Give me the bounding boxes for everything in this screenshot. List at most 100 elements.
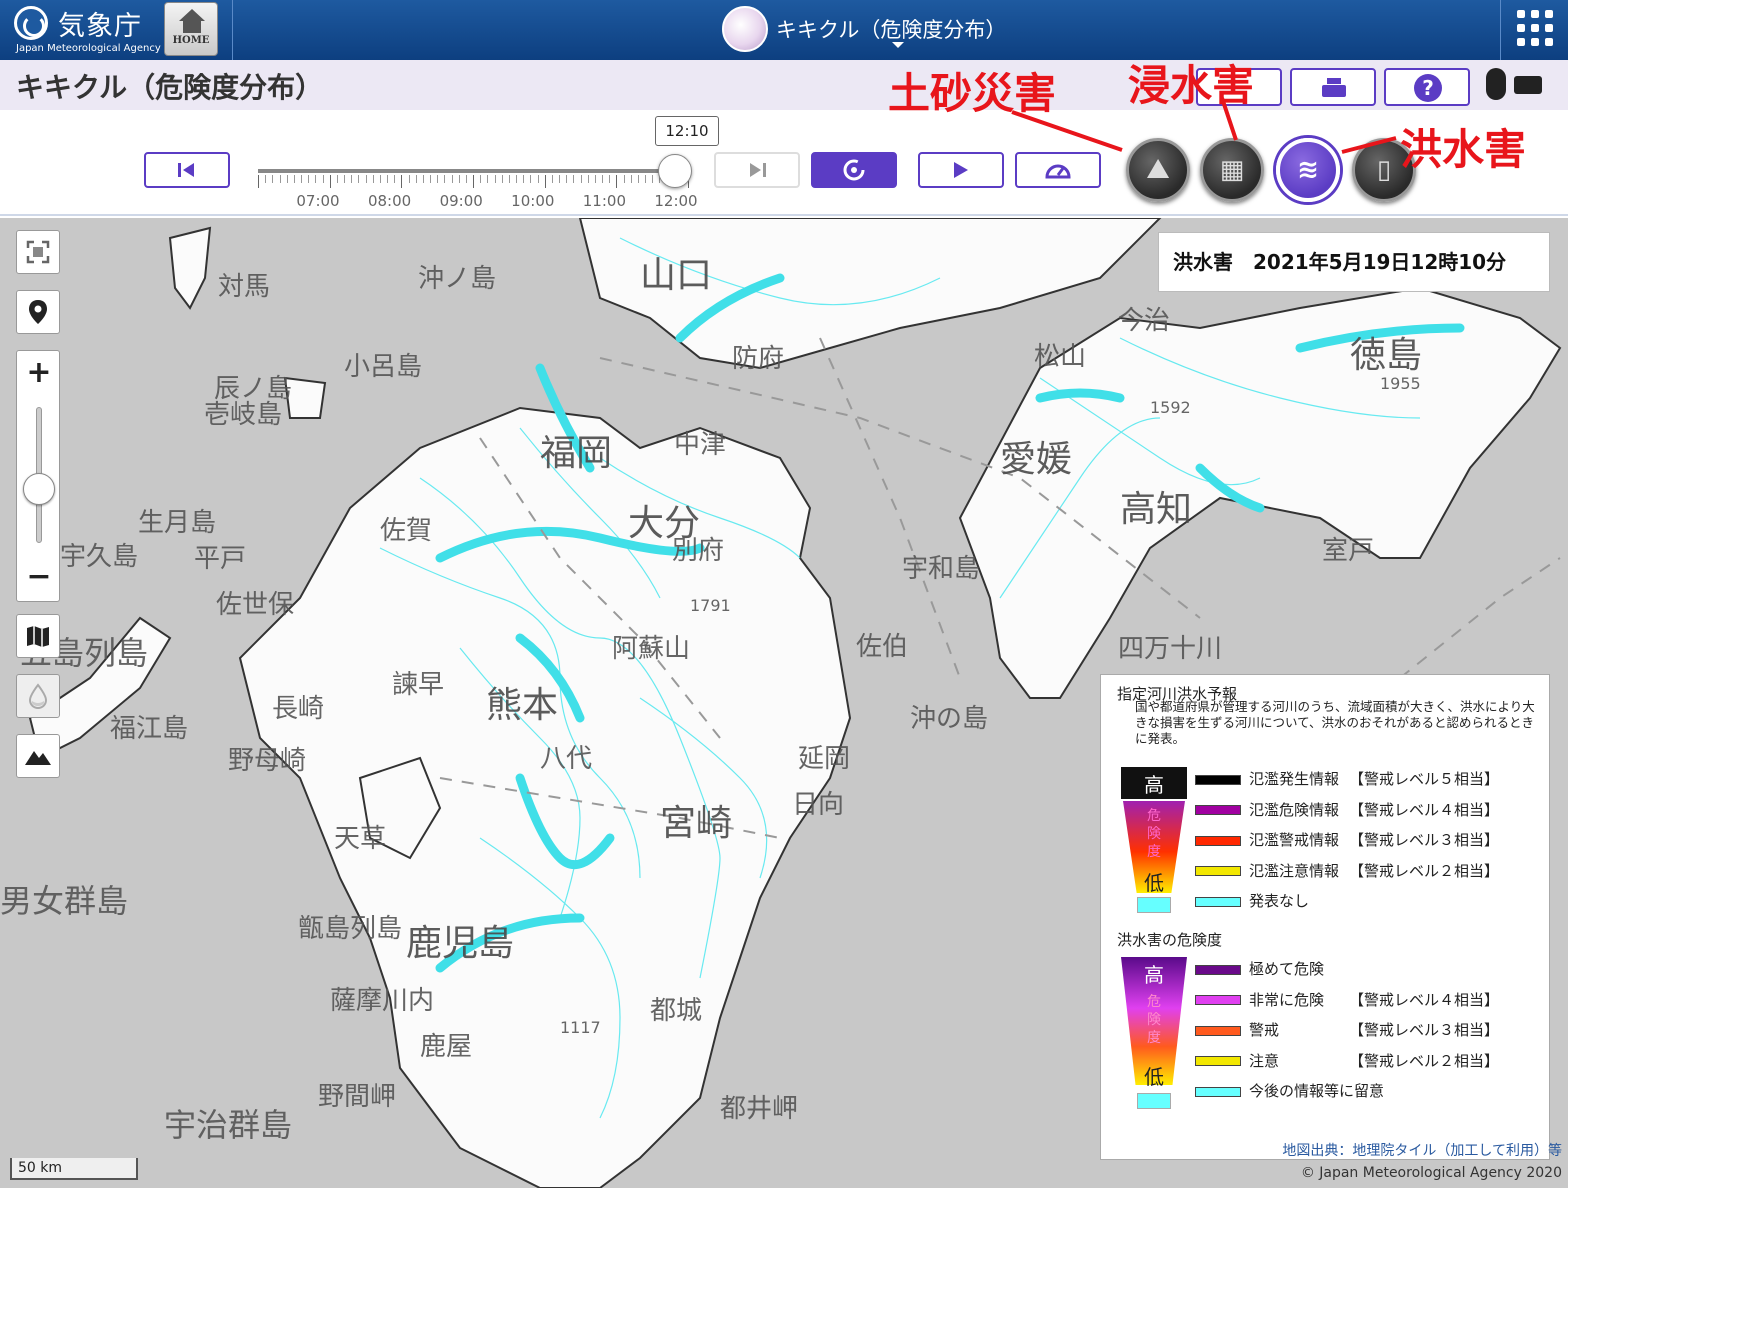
time-tick	[566, 175, 568, 183]
time-tick	[494, 175, 496, 183]
help-icon: ?	[1414, 74, 1442, 102]
terrain-button[interactable]	[16, 734, 60, 778]
map-place-label: 1117	[560, 1018, 601, 1037]
page-title: キキクル（危険度分布）	[16, 71, 324, 104]
app-switcher-icon[interactable]	[722, 6, 768, 52]
time-tick	[616, 175, 618, 188]
top-header: 気象庁 Japan Meteorological Agency HOME キキク…	[0, 0, 1568, 60]
time-slider-knob[interactable]	[658, 154, 693, 188]
map-area[interactable]: 対馬 沖ノ島 小呂島 辰ノ島 壱岐島 生月島 宇久島 平戸 佐世保 五島列島 長崎 福江島 野母崎 男女群…	[0, 218, 1568, 1188]
map-place-label: 高知	[1120, 489, 1193, 530]
map-place-label: 壱岐島	[204, 400, 283, 430]
map-place-label: 野間岬	[318, 1082, 397, 1112]
time-tick	[473, 175, 474, 188]
water-drop-icon	[28, 683, 48, 709]
legend-item: 氾濫危険情報 【警戒レベル４相当】	[1195, 798, 1499, 822]
time-tick	[387, 175, 388, 183]
zoom-in-button[interactable]: +	[17, 355, 61, 390]
help-button[interactable]: ?	[1384, 68, 1470, 106]
home-label: HOME	[172, 35, 210, 46]
home-icon	[179, 9, 205, 21]
speed-button[interactable]	[1015, 152, 1101, 188]
legend-scale-high: 高	[1144, 773, 1164, 797]
map-place-label: 沖の島	[910, 704, 989, 734]
first-frame-button[interactable]	[144, 152, 230, 188]
time-tick	[508, 175, 510, 183]
time-tick	[652, 175, 654, 183]
grid-menu-button[interactable]	[1500, 0, 1568, 60]
last-frame-button[interactable]	[714, 152, 800, 188]
time-tick	[372, 175, 374, 183]
flood-layer-button[interactable]: ≋	[1276, 138, 1340, 202]
map-place-label: 1592	[1150, 398, 1191, 417]
legend-scale-mid: 危険度	[1147, 808, 1161, 860]
time-tick	[430, 175, 431, 183]
time-tick	[559, 175, 560, 183]
time-tick	[265, 175, 267, 183]
map-place-label: 薩摩川内	[330, 986, 435, 1016]
legend-item: 極めて危険	[1195, 957, 1349, 981]
time-tick	[358, 175, 360, 183]
legend-item-label: 氾濫警戒情報	[1249, 831, 1340, 849]
legend-item-label: 発表なし	[1249, 892, 1310, 910]
map-place-label: 熊本	[486, 685, 559, 726]
map-place-label: 防府	[732, 344, 785, 374]
legend-swatch	[1195, 805, 1241, 815]
time-tick	[365, 175, 367, 183]
play-button[interactable]	[918, 152, 1004, 188]
jma-logo[interactable]: 気象庁 Japan Meteorological Agency	[10, 4, 161, 56]
time-tick	[422, 175, 424, 183]
mouse-mode-icon[interactable]	[1486, 68, 1506, 100]
latest-button[interactable]	[811, 152, 897, 188]
time-tick	[594, 175, 596, 183]
legend-item-label: 今後の情報等に留意	[1249, 1082, 1385, 1100]
legend-panel: 指定河川洪水予報 国や都道府県が管理する河川のうち、流域面積が大きく、洪水により…	[1100, 674, 1550, 1160]
legend-swatch	[1195, 866, 1241, 876]
map-place-label: 長崎	[272, 694, 325, 724]
home-button[interactable]: HOME	[164, 2, 218, 56]
map-place-label: 1791	[690, 596, 731, 615]
fullscreen-button[interactable]	[16, 230, 60, 274]
legend-section2-title: 洪水害の危険度	[1117, 931, 1223, 949]
chevron-down-icon[interactable]	[892, 42, 904, 48]
time-tick	[408, 175, 410, 183]
inundation-layer-button[interactable]: ▦	[1200, 138, 1264, 202]
mountain-icon	[25, 751, 51, 765]
water-overlay-button[interactable]	[16, 674, 60, 718]
time-tick	[336, 175, 338, 183]
legend-swatch	[1195, 1086, 1241, 1097]
map-place-label: 平戸	[194, 544, 247, 574]
map-place-label: 都城	[650, 996, 703, 1026]
agency-name: 気象庁	[58, 11, 142, 42]
map-style-button[interactable]	[16, 614, 60, 658]
map-place-label: 野母崎	[228, 746, 307, 776]
time-tick	[645, 175, 646, 183]
legend-item-level: 【警戒レベル３相当】	[1349, 831, 1500, 849]
map-place-label: 四万十川	[1118, 634, 1223, 664]
time-slider-track[interactable]	[258, 169, 688, 173]
time-tick	[602, 175, 603, 183]
annotation-inundation: 浸水害	[1128, 61, 1255, 110]
legend2-scale-high: 高	[1144, 963, 1164, 987]
time-tick	[379, 175, 381, 183]
attribution-link[interactable]: 地図出典：地理院タイル（加工して利用）等	[1258, 1140, 1562, 1162]
map-place-label: 山口	[640, 255, 713, 296]
folded-map-icon	[27, 626, 49, 647]
legend-item-label: 氾濫発生情報	[1249, 770, 1340, 788]
print-button[interactable]	[1290, 68, 1376, 106]
sediment-layer-button[interactable]: ⛰	[1126, 138, 1190, 202]
map-place-label: 徳島	[1350, 335, 1423, 376]
legend-swatch	[1195, 774, 1241, 785]
legend-swatch	[1195, 964, 1241, 975]
legend-item-label: 警戒	[1249, 1021, 1280, 1039]
zoom-out-button[interactable]: −	[17, 559, 61, 594]
legend-item: 発表なし	[1195, 889, 1349, 913]
time-tick	[458, 175, 460, 183]
header-divider	[232, 0, 233, 60]
keyboard-mode-icon[interactable]	[1514, 76, 1542, 94]
legend-item-label: 氾濫注意情報	[1249, 861, 1340, 880]
app-switcher-title[interactable]: キキクル（危険度分布）	[776, 14, 1006, 44]
zoom-slider-knob[interactable]	[23, 473, 55, 505]
current-location-button[interactable]	[16, 290, 60, 334]
map-place-label: 佐伯	[856, 632, 909, 662]
